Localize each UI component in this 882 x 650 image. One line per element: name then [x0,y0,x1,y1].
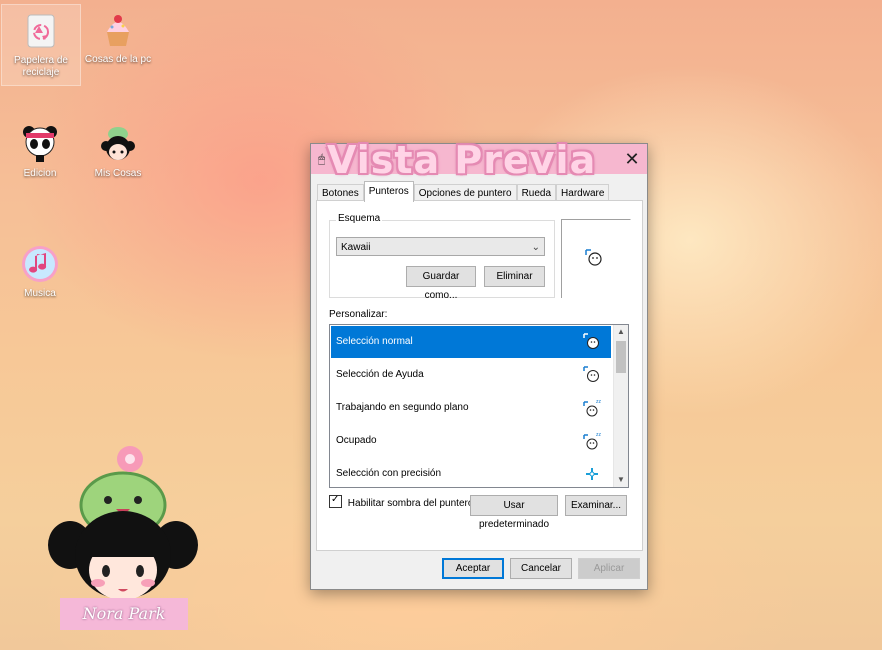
cursor-normal-icon [583,333,599,349]
desktop-icon-musica[interactable]: Musica [1,238,79,300]
scroll-up-icon[interactable]: ▲ [614,325,628,339]
dialog-titlebar[interactable]: 🖱 Vista Previa ✕ [311,138,647,182]
desktop-icon-label: Musica [24,288,56,299]
list-scrollbar[interactable]: ▲ ▼ [613,325,628,487]
desktop-icon-label: Edicion [23,168,57,179]
cursor-busy-bg-icon: zz [583,399,601,417]
save-as-button[interactable]: Guardar como... [406,266,476,301]
close-button[interactable]: ✕ [617,144,647,174]
scheme-group: Esquema Kawaii ⌄ Guardar como... Elimina… [329,213,555,301]
list-item-label: Selección normal [336,336,413,347]
svg-text:zz: zz [596,399,601,405]
cupcake-icon [98,10,138,50]
list-item[interactable]: Trabajando en segundo plano zz [331,392,611,424]
list-item-label: Selección de Ayuda [336,369,424,380]
mouse-icon: 🖱 [318,152,326,166]
scheme-selected-value: Kawaii [341,242,371,253]
use-default-button[interactable]: Usar predeterminado [470,495,558,530]
panda-icon [20,124,60,164]
desktop-icon-label: Papelera de reciclaje [14,55,68,78]
list-item[interactable]: Selección de Ayuda [331,359,611,391]
cancel-button[interactable]: Cancelar [510,558,572,579]
apply-button[interactable]: Aplicar [578,558,640,579]
list-item-label: Selección con precisión [336,468,442,479]
cursor-normal-icon [585,249,602,266]
desktop-icon-label: Mis Cosas [94,168,142,179]
delete-button[interactable]: Eliminar [484,266,545,287]
cursor-help-icon [583,366,599,382]
desktop-icon-edicion[interactable]: Edicion [1,118,79,180]
list-item[interactable]: Selección con precisión [331,458,611,487]
list-item-label: Ocupado [336,435,377,446]
tab-punteros[interactable]: Punteros [363,181,414,202]
scroll-down-icon[interactable]: ▼ [614,473,628,487]
sticker-name-tag: Nora Park [60,598,188,630]
scheme-select[interactable]: Kawaii ⌄ [336,237,545,256]
crosshair-icon [586,468,598,480]
desktop-icon-label: Cosas de la pc [84,54,152,65]
list-item-label: Trabajando en segundo plano [336,402,469,413]
dialog-title: Vista Previa [327,138,597,182]
svg-text:zz: zz [596,432,601,438]
list-item[interactable]: Ocupado zz [331,425,611,457]
chevron-down-icon: ⌄ [531,242,540,253]
music-note-icon [20,244,60,284]
kawaii-girl-icon [98,124,138,164]
desktop-icon-mis-cosas[interactable]: Mis Cosas [79,118,157,180]
ok-button[interactable]: Aceptar [442,558,504,579]
cursor-busy-icon: zz [583,432,601,450]
desktop-icon-cosas[interactable]: Cosas de la pc [79,4,157,66]
customize-label: Personalizar: [329,309,388,320]
scroll-thumb[interactable] [616,341,626,373]
pointer-shadow-checkbox[interactable]: Habilitar sombra del puntero [329,494,474,509]
browse-button[interactable]: Examinar... [565,495,627,516]
cursor-preview [561,219,631,298]
scheme-legend: Esquema [336,213,383,224]
mouse-properties-dialog: 🖱 Vista Previa ✕ Botones Punteros Opcion… [310,138,648,590]
desktop-icon-recycle-bin[interactable]: Papelera de reciclaje [1,4,81,86]
checkbox-checked-icon[interactable] [329,494,342,508]
cursor-list[interactable]: Selección normal Selección de Ayuda Trab… [329,324,629,488]
punteros-panel: Esquema Kawaii ⌄ Guardar como... Elimina… [316,200,643,551]
pointer-shadow-label: Habilitar sombra del puntero [347,498,474,509]
tab-strip: Botones Punteros Opciones de puntero Rue… [317,181,610,202]
recycle-bin-icon [21,11,61,51]
list-item[interactable]: Selección normal [331,326,611,358]
